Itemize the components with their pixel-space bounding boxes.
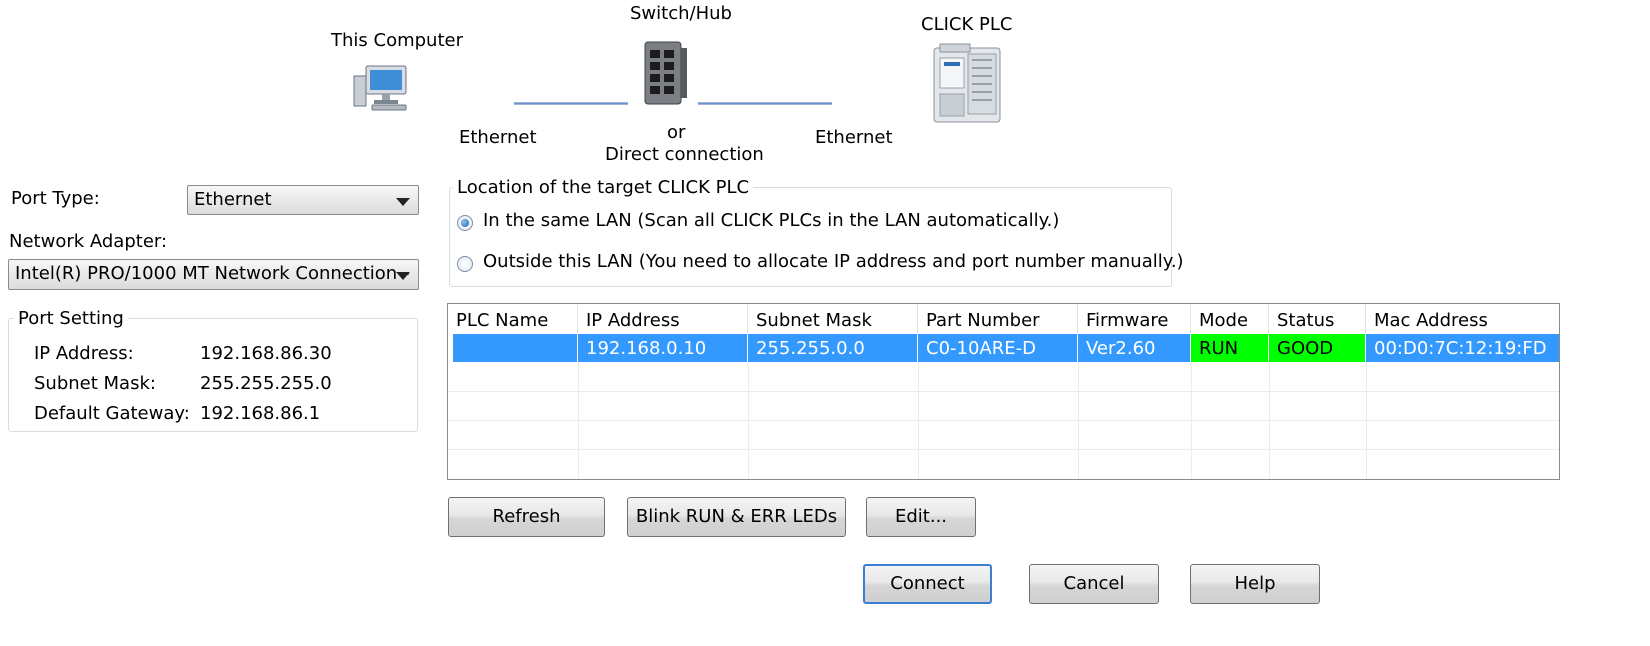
cell-subnet-mask: 255.255.0.0 bbox=[748, 334, 918, 362]
port-setting-title: Port Setting bbox=[14, 308, 128, 329]
chevron-down-icon bbox=[396, 198, 410, 206]
port-type-label: Port Type: bbox=[11, 188, 100, 209]
network-adapter-label: Network Adapter: bbox=[9, 231, 168, 252]
plc-icon bbox=[933, 43, 1001, 123]
table-row[interactable]: 192.168.0.10 255.255.0.0 C0-10ARE-D Ver2… bbox=[453, 334, 1559, 362]
network-adapter-select[interactable]: Intel(R) PRO/1000 MT Network Connection … bbox=[8, 259, 419, 290]
radio-same-lan[interactable]: In the same LAN (Scan all CLICK PLCs in … bbox=[457, 210, 1137, 236]
default-gateway-value: 192.168.86.1 bbox=[200, 403, 321, 424]
column-header-status[interactable]: Status bbox=[1269, 304, 1366, 334]
column-header-mode[interactable]: Mode bbox=[1191, 304, 1269, 334]
this-computer-label: This Computer bbox=[331, 30, 463, 51]
column-divider bbox=[578, 362, 579, 479]
computer-icon bbox=[353, 65, 407, 111]
radio-outside-lan-label: Outside this LAN (You need to allocate I… bbox=[483, 251, 1184, 272]
subnet-mask-label: Subnet Mask: bbox=[34, 373, 156, 394]
row-divider bbox=[448, 391, 1559, 392]
ethernet-right-label: Ethernet bbox=[815, 127, 893, 148]
ethernet-line-left bbox=[514, 102, 628, 105]
column-divider bbox=[748, 362, 749, 479]
radio-outside-lan[interactable]: Outside this LAN (You need to allocate I… bbox=[457, 251, 1184, 277]
chevron-down-icon bbox=[396, 272, 410, 280]
column-divider bbox=[1191, 362, 1192, 479]
cell-mac-address: 00:D0:7C:12:19:FD bbox=[1374, 338, 1547, 359]
default-gateway-label: Default Gateway: bbox=[34, 403, 190, 424]
location-title: Location of the target CLICK PLC bbox=[453, 177, 754, 198]
edit-button[interactable]: Edit... bbox=[866, 497, 976, 537]
ethernet-line-right bbox=[698, 102, 832, 105]
cell-firmware: Ver2.60 bbox=[1078, 334, 1191, 362]
click-plc-label: CLICK PLC bbox=[921, 14, 1013, 35]
port-type-value: Ethernet bbox=[194, 189, 272, 210]
ip-address-value: 192.168.86.30 bbox=[200, 343, 332, 364]
row-divider bbox=[448, 420, 1559, 421]
switch-icon bbox=[644, 41, 687, 105]
help-button[interactable]: Help bbox=[1190, 564, 1320, 604]
switch-hub-label: Switch/Hub bbox=[630, 3, 732, 24]
blink-leds-button[interactable]: Blink RUN & ERR LEDs bbox=[627, 497, 846, 537]
or-label: or bbox=[667, 122, 686, 143]
cancel-button[interactable]: Cancel bbox=[1029, 564, 1159, 604]
connect-button[interactable]: Connect bbox=[863, 564, 992, 604]
ip-address-label: IP Address: bbox=[34, 343, 134, 364]
column-header-firmware[interactable]: Firmware bbox=[1078, 304, 1191, 334]
cell-part-number: C0-10ARE-D bbox=[918, 334, 1078, 362]
column-header-subnet-mask[interactable]: Subnet Mask bbox=[748, 304, 918, 334]
radio-unchecked-icon[interactable] bbox=[457, 256, 473, 272]
port-type-select[interactable]: Ethernet bbox=[187, 185, 419, 215]
column-header-mac-address[interactable]: Mac Address bbox=[1366, 304, 1559, 334]
column-divider bbox=[1269, 362, 1270, 479]
row-divider bbox=[448, 449, 1559, 450]
column-divider bbox=[918, 362, 919, 479]
cell-plc-name bbox=[453, 334, 578, 362]
radio-same-lan-label: In the same LAN (Scan all CLICK PLCs in … bbox=[483, 210, 1060, 231]
radio-checked-icon[interactable] bbox=[457, 215, 473, 231]
column-divider bbox=[1078, 362, 1079, 479]
ethernet-left-label: Ethernet bbox=[459, 127, 537, 148]
direct-connection-label: Direct connection bbox=[605, 144, 764, 165]
column-header-part-number[interactable]: Part Number bbox=[918, 304, 1078, 334]
refresh-button[interactable]: Refresh bbox=[448, 497, 605, 537]
network-adapter-value: Intel(R) PRO/1000 MT Network Connection … bbox=[15, 263, 410, 284]
column-header-ip-address[interactable]: IP Address bbox=[578, 304, 748, 334]
cell-ip-address: 192.168.0.10 bbox=[578, 334, 748, 362]
subnet-mask-value: 255.255.255.0 bbox=[200, 373, 332, 394]
cell-mode: RUN bbox=[1191, 334, 1269, 362]
cell-status: GOOD bbox=[1269, 334, 1366, 362]
column-divider bbox=[1366, 362, 1367, 479]
column-header-plc-name[interactable]: PLC Name bbox=[448, 304, 578, 334]
plc-list-table[interactable]: PLC Name IP Address Subnet Mask Part Num… bbox=[447, 303, 1560, 480]
